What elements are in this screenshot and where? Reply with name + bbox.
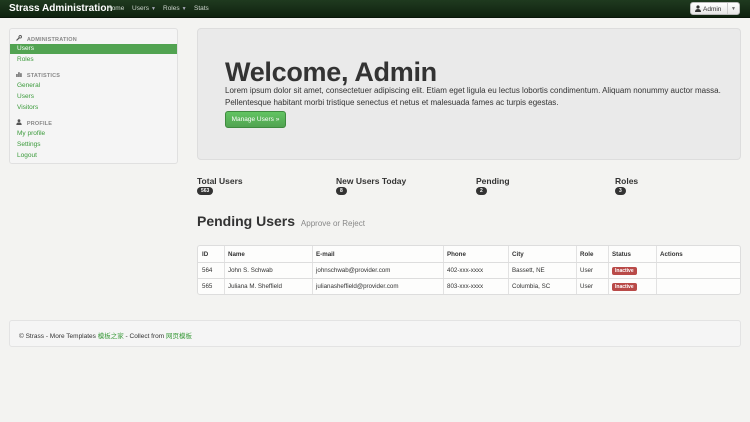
status-badge: Inactive [612,266,637,275]
status-badge: Inactive [612,282,637,291]
stat-badge: 563 [197,187,214,195]
sidebar-item-users[interactable]: Users [10,44,177,54]
stat-new-users-today: New Users Today 8 [336,176,407,195]
manage-users-button[interactable]: Manage Users » [225,111,286,128]
stat-badge: 2 [476,187,487,195]
hero-title: Welcome, Admin [225,57,437,87]
column-divider [656,246,657,294]
column-divider [608,246,609,294]
column-header-email: E-mail [316,251,335,258]
user-menu-label: Admin [703,5,722,13]
cell-email: johnschwab@provider.com [316,267,391,274]
cell-email: julianasheffield@provider.com [316,283,399,290]
chevron-down-icon: ▼ [150,6,156,12]
user-menu-button[interactable]: Admin ▼ [690,2,740,15]
cell-id: 565 [202,283,213,290]
user-icon [16,119,24,127]
footer-middle: - Collect from [123,333,166,340]
cell-name: Juliana M. Sheffield [228,283,282,290]
column-header-id: ID [202,251,209,258]
pending-title: Pending Users [197,213,296,229]
cell-city: Bassett, NE [512,267,545,274]
stat-pending: Pending 2 [476,176,510,195]
sidebar: ADMINISTRATION Users Roles STATISTICS Ge… [9,28,178,164]
footer-text: © Strass - More Templates 模板之家 - Collect… [19,330,192,340]
stat-roles: Roles 3 [615,176,639,195]
row-divider [198,278,740,279]
footer-prefix: © Strass - More Templates [19,333,98,340]
brand-link[interactable]: Strass Administration [9,3,113,14]
cell-phone: 803-xxx-xxxx [447,283,484,290]
cell-id: 564 [202,267,213,274]
nav-home[interactable]: Home [107,5,124,12]
column-divider [508,246,509,294]
stat-badge: 8 [336,187,347,195]
pending-users-table: ID Name E-mail Phone City Role Status Ac… [197,245,741,295]
sidebar-item-roles[interactable]: Roles [10,55,177,65]
sidebar-item-my-profile[interactable]: My profile [10,129,177,139]
pending-subtitle: Approve or Reject [300,219,365,228]
user-icon [695,5,701,14]
column-header-actions: Actions [660,251,683,258]
column-divider [224,246,225,294]
footer-link-collect[interactable]: 网页模板 [166,333,192,340]
sidebar-item-settings[interactable]: Settings [10,140,177,150]
nav-users-dropdown[interactable]: Users ▼ [132,5,156,12]
column-header-role: Role [580,251,594,258]
stat-label: Total Users [197,176,243,186]
nav-roles-label: Roles [163,5,180,12]
cell-role: User [580,267,594,274]
cell-name: John S. Schwab [228,267,273,274]
pending-users-heading: Pending Users Approve or Reject [197,213,365,229]
sidebar-item-visitors[interactable]: Visitors [10,103,177,113]
column-divider [443,246,444,294]
nav-roles-dropdown[interactable]: Roles ▼ [163,5,187,12]
nav-stats-label: Stats [194,5,209,12]
column-header-name: Name [228,251,245,258]
sidebar-item-logout[interactable]: Logout [10,151,177,161]
nav-stats[interactable]: Stats [194,5,209,12]
stat-label: Roles [615,176,639,186]
column-header-status: Status [612,251,631,258]
sidebar-item-general[interactable]: General [10,81,177,91]
sidebar-header-label: STATISTICS [26,73,61,79]
nav-users-label: Users [132,5,149,12]
column-divider [576,246,577,294]
column-header-city: City [512,251,524,258]
row-divider [198,262,740,263]
footer: © Strass - More Templates 模板之家 - Collect… [9,320,741,347]
sidebar-header-profile: PROFILE [16,119,52,127]
button-divider [727,3,728,14]
hero-text: Lorem ipsum dolor sit amet, consectetuer… [225,86,721,107]
chevron-down-icon[interactable]: ▼ [731,6,736,12]
stat-badge: 3 [615,187,626,195]
hero-unit: Welcome, Admin Lorem ipsum dolor sit ame… [197,28,741,160]
sidebar-header-label: ADMINISTRATION [26,37,77,43]
column-divider [312,246,313,294]
sidebar-item-stats-users[interactable]: Users [10,92,177,102]
footer-link-templates[interactable]: 模板之家 [98,333,124,340]
column-header-phone: Phone [447,251,466,258]
sidebar-header-label: PROFILE [26,121,53,127]
stat-label: New Users Today [336,176,407,186]
top-navbar: Strass Administration Home Users ▼ Roles ▼… [0,0,750,18]
wrench-icon [16,35,24,43]
sidebar-header-administration: ADMINISTRATION [16,35,77,43]
nav-home-label: Home [107,5,125,12]
chevron-down-icon: ▼ [181,6,187,12]
stat-total-users: Total Users 563 [197,176,243,195]
stat-label: Pending [476,176,510,186]
cell-city: Columbia, SC [512,283,551,290]
cell-phone: 402-xxx-xxxx [447,267,484,274]
bar-chart-icon [16,72,24,79]
cell-role: User [580,283,594,290]
sidebar-header-statistics: STATISTICS [16,71,60,79]
